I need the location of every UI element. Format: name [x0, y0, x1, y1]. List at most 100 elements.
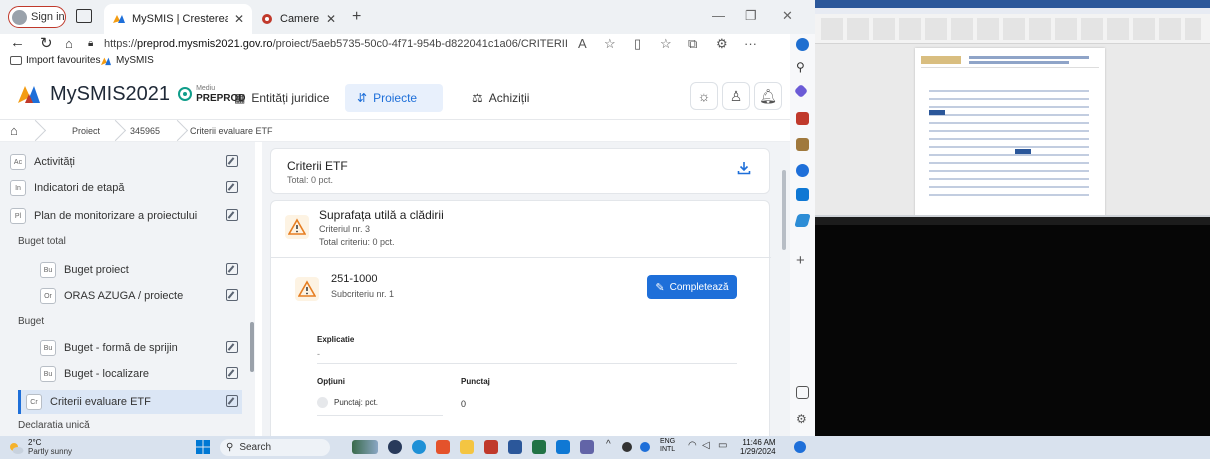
extensions-icon[interactable]: ⚙ — [716, 36, 728, 52]
tray-app-icon[interactable] — [640, 442, 650, 452]
app-logo[interactable]: MySMIS2021 Mediu PREPROD — [16, 81, 246, 107]
tools-icon[interactable] — [796, 112, 809, 125]
home-icon[interactable]: ⌂ — [65, 36, 73, 51]
new-tab-icon[interactable]: + — [352, 8, 361, 26]
profile-button[interactable]: Sign in — [8, 6, 66, 28]
criterion-title: Suprafața utilă a clădirii — [319, 208, 444, 222]
sidebar-item-activitati[interactable]: Ac Activități — [10, 150, 242, 174]
tab-bar: Sign in MySMIS | Cresterea eficientei en… — [0, 0, 815, 34]
sidebar-item-oras-azuga[interactable]: Or ORAS AZUGA / proiecte — [40, 284, 242, 308]
import-favourites[interactable]: Import favourites — [10, 55, 100, 66]
minimize-icon[interactable]: — — [712, 8, 725, 23]
add-icon[interactable]: + — [796, 252, 809, 269]
back-icon[interactable]: ← — [10, 34, 25, 51]
split-screen-icon[interactable]: ▯ — [634, 36, 641, 52]
settings-icon[interactable]: ⚙ — [796, 412, 809, 426]
warning-icon — [295, 277, 319, 301]
more-icon[interactable]: ··· — [744, 36, 757, 51]
sidebar-toggle-icon[interactable] — [796, 386, 809, 399]
app-icon[interactable] — [484, 440, 498, 454]
outlook-icon[interactable] — [796, 188, 809, 201]
edit-icon[interactable] — [226, 341, 238, 353]
notifications-button[interactable]: 🔔︎ — [754, 82, 782, 110]
windows-start-icon[interactable] — [196, 440, 210, 454]
task-view-icon[interactable] — [388, 440, 402, 454]
clock[interactable]: 11:46 AM 1/29/2024 — [740, 438, 776, 456]
edit-icon[interactable] — [226, 263, 238, 275]
games-icon[interactable] — [796, 138, 809, 151]
close-tab-icon[interactable]: ✕ — [234, 12, 244, 26]
drop-icon[interactable] — [794, 214, 811, 227]
folder-icon — [10, 56, 22, 65]
option-row[interactable]: Punctaj: pct. — [317, 397, 378, 408]
building-icon: ▦ — [234, 91, 246, 105]
completeaza-button[interactable]: ✎ Completează — [647, 275, 737, 299]
main-scrollbar[interactable] — [782, 170, 786, 250]
edit-icon[interactable] — [226, 289, 238, 301]
shopping-icon[interactable] — [793, 83, 809, 99]
user-button[interactable]: ♙ — [722, 82, 750, 110]
nav-proiecte[interactable]: ⇵ Proiecte — [345, 84, 443, 112]
edge-icon[interactable] — [412, 440, 426, 454]
sidebar-item-buget-forma-sprijin[interactable]: Bu Buget - formă de sprijin — [40, 336, 242, 360]
sidebar-item-indicatori[interactable]: In Indicatori de etapă — [10, 176, 242, 200]
copilot-icon[interactable] — [796, 38, 809, 51]
edit-icon[interactable] — [226, 155, 238, 167]
firefox-icon[interactable] — [436, 440, 450, 454]
item-badge: Pl — [10, 208, 26, 224]
url-input[interactable]: https:// preprod.mysmis2021.gov.ro /proi… — [104, 34, 568, 54]
teams-icon[interactable] — [580, 440, 594, 454]
header-text-line — [969, 56, 1089, 59]
wifi-icon[interactable]: ◠ — [688, 440, 697, 451]
file-explorer-icon[interactable] — [460, 440, 474, 454]
refresh-icon[interactable]: ↻ — [40, 34, 53, 52]
close-window-icon[interactable]: ✕ — [782, 8, 793, 24]
sidebar-item-criterii-evaluare-etf[interactable]: Cr Criterii evaluare ETF — [18, 390, 242, 414]
tab-title: Camere rovinietă 2023: Harta CE — [280, 13, 320, 25]
tray-app-icon[interactable] — [622, 442, 632, 452]
favorite-mysmis[interactable]: MySMIS — [100, 55, 154, 66]
battery-icon[interactable]: ▭ — [718, 440, 727, 451]
sidebar-item-plan-monitorizare[interactable]: Pl Plan de monitorizare a proiectului — [10, 204, 242, 228]
outlook-icon[interactable] — [556, 440, 570, 454]
weather-widget[interactable]: 2°C Partly sunny — [8, 439, 72, 456]
edit-icon[interactable] — [226, 209, 238, 221]
tab-actions-icon[interactable] — [76, 9, 92, 23]
notifications-icon[interactable] — [794, 441, 806, 453]
edit-icon[interactable] — [226, 395, 238, 407]
word-document-window[interactable] — [815, 0, 1210, 225]
tab-camere[interactable]: Camere rovinietă 2023: Harta CE ✕ — [252, 4, 344, 34]
restore-icon[interactable]: ❐ — [745, 8, 757, 24]
collections-icon[interactable]: ⧉ — [688, 36, 697, 52]
read-aloud-icon[interactable]: A — [578, 36, 587, 51]
divider — [317, 415, 443, 416]
breadcrumb-proiect[interactable]: Proiect — [72, 126, 100, 136]
home-icon[interactable]: ⌂ — [10, 123, 18, 138]
document-button-image — [929, 110, 945, 115]
theme-toggle-button[interactable]: ☼ — [690, 82, 718, 110]
language-indicator[interactable]: ENG INTL — [660, 438, 675, 454]
nav-entitati-juridice[interactable]: ▦ Entități juridice — [222, 84, 341, 112]
download-icon[interactable] — [737, 161, 751, 175]
close-tab-icon[interactable]: ✕ — [326, 12, 336, 26]
excel-icon[interactable] — [532, 440, 546, 454]
nav-achizitii[interactable]: ⚖ Achiziții — [460, 84, 541, 112]
news-widget-icon[interactable] — [352, 440, 378, 454]
sidebar-item-buget-proiect[interactable]: Bu Buget proiect — [40, 258, 242, 282]
volume-icon[interactable]: ◁ — [702, 440, 710, 451]
sidebar-item-buget-localizare[interactable]: Bu Buget - localizare — [40, 362, 242, 386]
option-radio[interactable] — [317, 397, 328, 408]
edit-icon[interactable] — [226, 181, 238, 193]
favorite-star-icon[interactable]: ☆ — [604, 36, 616, 52]
sidebar-scrollbar[interactable] — [250, 322, 254, 372]
url-path: /proiect/5aeb5735-50c0-4f71-954b-d822041… — [272, 38, 568, 50]
breadcrumb-project-id[interactable]: 345965 — [130, 126, 160, 136]
word-icon[interactable] — [508, 440, 522, 454]
taskbar-search[interactable]: ⚲ Search — [220, 439, 330, 456]
tab-mysmis[interactable]: MySMIS | Cresterea eficientei en ✕ — [104, 4, 252, 34]
edit-icon[interactable] — [226, 367, 238, 379]
favorites-icon[interactable]: ☆ — [660, 36, 672, 52]
chevron-up-icon[interactable]: ^ — [606, 439, 611, 450]
search-icon[interactable]: ⚲ — [796, 60, 809, 74]
microsoft365-icon[interactable] — [796, 164, 809, 177]
